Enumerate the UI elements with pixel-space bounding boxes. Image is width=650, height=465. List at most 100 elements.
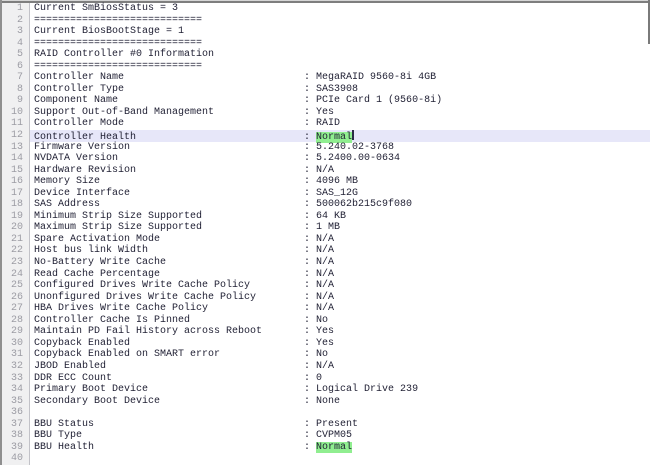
line-number[interactable]: 19 [2,211,30,223]
line-number[interactable]: 13 [2,142,30,154]
field-separator: : [304,84,316,95]
line-number[interactable]: 14 [2,153,30,165]
line-number[interactable]: 11 [2,118,30,130]
editor-line[interactable]: 16Memory Size: 4096 MB [2,176,650,188]
editor-line[interactable]: 20Maximum Strip Size Supported: 1 MB [2,222,650,234]
field-value: N/A [316,280,334,291]
editor-line[interactable]: 19Minimum Strip Size Supported: 64 KB [2,211,650,223]
editor-line[interactable]: 13Firmware Version: 5.240.02-3768 [2,142,650,154]
editor-line[interactable]: 18SAS Address: 500062b215c9f080 [2,199,650,211]
line-number[interactable]: 39 [2,442,30,454]
line-number[interactable]: 33 [2,373,30,385]
line-number[interactable]: 37 [2,419,30,431]
line-number[interactable]: 26 [2,292,30,304]
field-separator: : [304,245,316,256]
field-value: No [316,315,328,326]
line-number[interactable]: 5 [2,49,30,61]
editor-line-current[interactable]: 12Controller Health: Normal [2,130,650,142]
editor-line[interactable]: 35Secondary Boot Device: None [2,396,650,408]
line-number[interactable]: 7 [2,72,30,84]
field-value: N/A [316,269,334,280]
editor-line[interactable]: 3Current BiosBootStage = 1 [2,26,650,38]
line-number[interactable]: 10 [2,107,30,119]
line-number[interactable]: 38 [2,430,30,442]
editor-line[interactable]: 39BBU Health: Normal [2,442,650,454]
editor-line[interactable]: 24Read Cache Percentage: N/A [2,269,650,281]
editor-line[interactable]: 32JBOD Enabled: N/A [2,361,650,373]
editor-line[interactable]: 30Copyback Enabled: Yes [2,338,650,350]
field-value: 0 [316,373,322,384]
line-number[interactable]: 1 [2,3,30,15]
line-number[interactable]: 6 [2,61,30,73]
editor-line[interactable]: 6============================ [2,61,650,73]
code-editor[interactable]: 1Current SmBiosStatus = 32==============… [0,0,650,465]
line-number[interactable]: 2 [2,15,30,27]
editor-line[interactable]: 23No-Battery Write Cache: N/A [2,257,650,269]
editor-line[interactable]: 37BBU Status: Present [2,419,650,431]
editor-line[interactable]: 9Component Name: PCIe Card 1 (9560-8i) [2,95,650,107]
field-separator: : [304,176,316,187]
line-number[interactable]: 28 [2,315,30,327]
field-label: No-Battery Write Cache [34,257,304,269]
line-number[interactable]: 25 [2,280,30,292]
line-number[interactable]: 35 [2,396,30,408]
editor-line[interactable]: 5RAID Controller #0 Information [2,49,650,61]
line-text: Configured Drives Write Cache Policy: N/… [30,280,650,292]
editor-line[interactable]: 26Unonfigured Drives Write Cache Policy:… [2,292,650,304]
field-label: DDR ECC Count [34,373,304,385]
line-number[interactable]: 20 [2,222,30,234]
editor-line[interactable]: 22Host bus link Width: N/A [2,245,650,257]
editor-line[interactable]: 34Primary Boot Device: Logical Drive 239 [2,384,650,396]
editor-line[interactable]: 29Maintain PD Fail History across Reboot… [2,326,650,338]
line-number[interactable]: 32 [2,361,30,373]
editor-line[interactable]: 14NVDATA Version: 5.2400.00-0634 [2,153,650,165]
line-number[interactable]: 27 [2,303,30,315]
line-number[interactable]: 40 [2,453,30,465]
line-number[interactable]: 4 [2,38,30,50]
line-number[interactable]: 18 [2,199,30,211]
field-separator: : [304,199,316,210]
line-number[interactable]: 12 [2,130,30,142]
line-number[interactable]: 3 [2,26,30,38]
editor-line[interactable]: 4============================ [2,38,650,50]
line-number[interactable]: 23 [2,257,30,269]
editor-line[interactable]: 21Spare Activation Mode: N/A [2,234,650,246]
field-separator: : [304,442,316,453]
line-number[interactable]: 30 [2,338,30,350]
line-number[interactable]: 17 [2,188,30,200]
editor-line[interactable]: 2============================ [2,15,650,27]
field-value: MegaRAID 9560-8i 4GB [316,72,436,83]
editor-line[interactable]: 25Configured Drives Write Cache Policy: … [2,280,650,292]
editor-line[interactable]: 40 [2,453,650,465]
editor-line[interactable]: 28Controller Cache Is Pinned: No [2,315,650,327]
line-number[interactable]: 36 [2,407,30,419]
editor-line[interactable]: 8Controller Type: SAS3908 [2,84,650,96]
line-number[interactable]: 24 [2,269,30,281]
editor-line[interactable]: 15Hardware Revision: N/A [2,165,650,177]
editor-line[interactable]: 17Device Interface: SAS_12G [2,188,650,200]
line-number[interactable]: 16 [2,176,30,188]
line-number[interactable]: 22 [2,245,30,257]
line-number[interactable]: 9 [2,95,30,107]
field-label: Component Name [34,95,304,107]
line-number[interactable]: 34 [2,384,30,396]
editor-line[interactable]: 7Controller Name: MegaRAID 9560-8i 4GB [2,72,650,84]
line-number[interactable]: 31 [2,349,30,361]
line-number[interactable]: 15 [2,165,30,177]
editor-line[interactable]: 27HBA Drives Write Cache Policy: N/A [2,303,650,315]
editor-line[interactable]: 36 [2,407,650,419]
line-number[interactable]: 21 [2,234,30,246]
editor-line[interactable]: 1Current SmBiosStatus = 3 [2,3,650,15]
editor-line[interactable]: 11Controller Mode: RAID [2,118,650,130]
field-separator: : [304,361,316,372]
editor-line[interactable]: 38BBU Type: CVPM05 [2,430,650,442]
editor-lines: 1Current SmBiosStatus = 32==============… [2,3,650,465]
field-label: Controller Mode [34,118,304,130]
field-separator: : [304,315,316,326]
editor-line[interactable]: 10Support Out-of-Band Management: Yes [2,107,650,119]
line-number[interactable]: 29 [2,326,30,338]
editor-line[interactable]: 33DDR ECC Count: 0 [2,373,650,385]
field-label: Copyback Enabled on SMART error [34,349,304,361]
editor-line[interactable]: 31Copyback Enabled on SMART error: No [2,349,650,361]
line-number[interactable]: 8 [2,84,30,96]
